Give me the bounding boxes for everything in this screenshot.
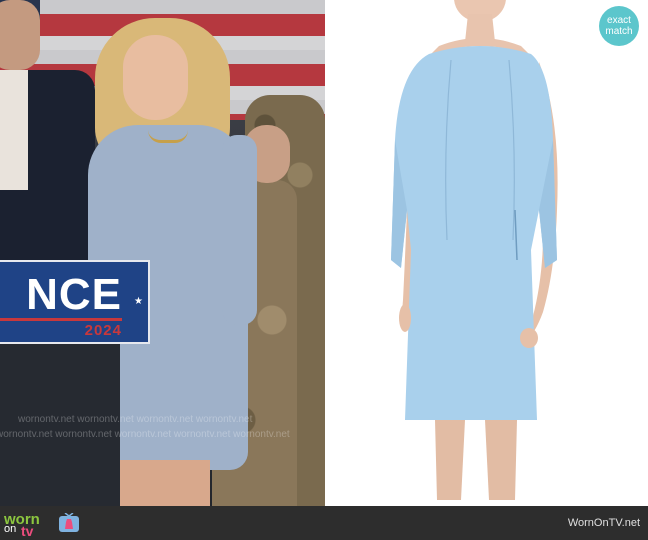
- badge-line-1: exact: [607, 15, 631, 26]
- dress-product-illustration: [391, 0, 558, 500]
- site-name: WornOnTV.net: [567, 517, 640, 529]
- woman-face: [123, 35, 188, 120]
- star-icon: ★: [134, 296, 143, 307]
- badge-line-2: match: [605, 26, 633, 37]
- watermark-row: wornontv.net wornontv.net wornontv.net w…: [0, 429, 290, 440]
- logo-tv-text: tv: [21, 523, 34, 539]
- product-photo: [325, 0, 648, 506]
- wornontv-logo[interactable]: worn on tv: [4, 509, 84, 539]
- tv-still-image: NCE 2024 ★ wornontv.net wornontv.net wor…: [0, 0, 325, 506]
- footer-bar: worn on tv WornOnTV.net: [0, 506, 648, 540]
- watermark-row: wornontv.net wornontv.net wornontv.net w…: [18, 414, 253, 425]
- tv-dress-icon: [59, 513, 79, 532]
- campaign-sign: NCE 2024 ★: [0, 260, 150, 344]
- logo-on-text: on: [4, 523, 17, 535]
- sign-word: NCE: [26, 270, 122, 319]
- exact-match-badge: exact match: [599, 6, 639, 46]
- sign-year: 2024: [84, 322, 122, 339]
- podium: [0, 320, 120, 506]
